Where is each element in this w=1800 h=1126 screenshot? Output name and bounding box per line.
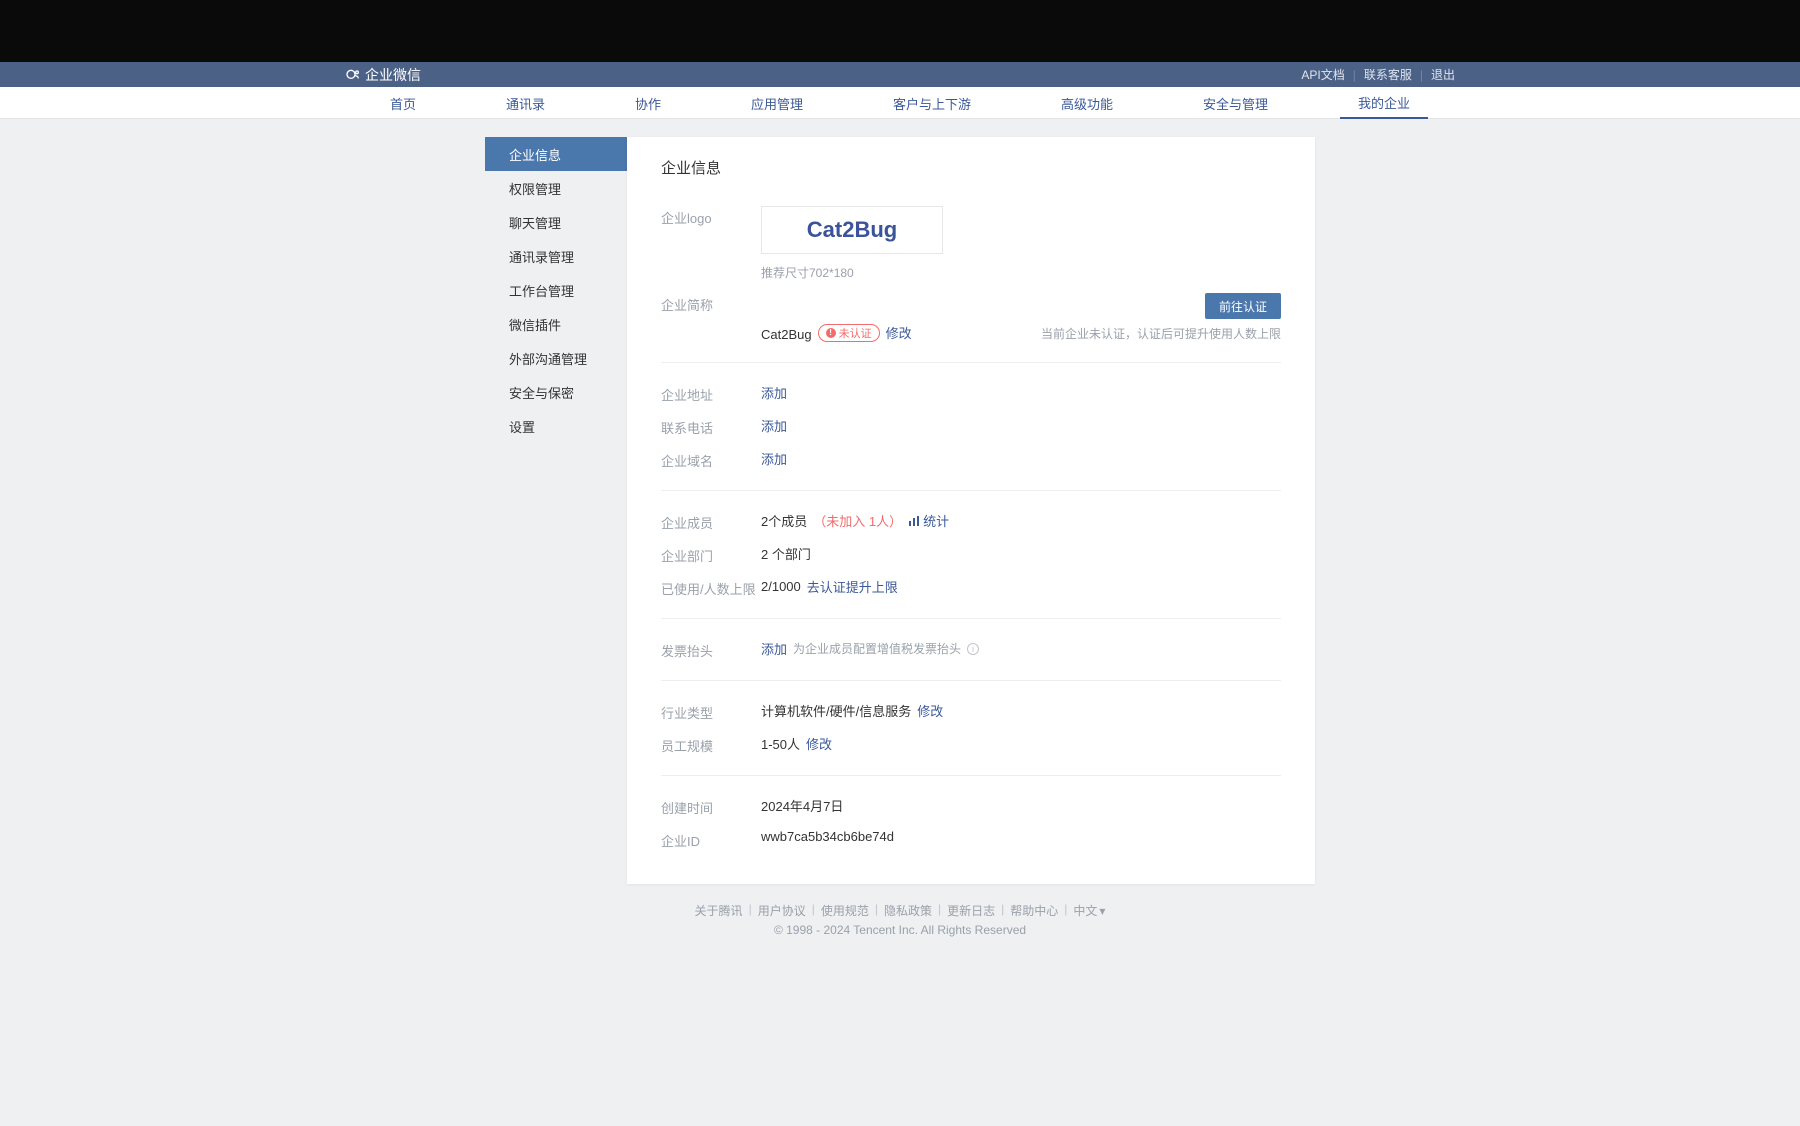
upgrade-limit-link[interactable]: 去认证提升上限 <box>807 577 898 596</box>
invoice-label: 发票抬头 <box>661 639 761 660</box>
main-nav: 首页 通讯录 协作 应用管理 客户与上下游 高级功能 安全与管理 我的企业 <box>0 87 1800 119</box>
main-nav-item[interactable]: 我的企业 <box>1340 87 1428 119</box>
add-address-link[interactable]: 添加 <box>761 383 787 402</box>
separator: | <box>1353 68 1356 82</box>
go-verify-button[interactable]: 前往认证 <box>1205 293 1281 319</box>
brand-text: 企业微信 <box>365 65 421 85</box>
phone-label: 联系电话 <box>661 416 761 437</box>
separator: | <box>875 902 878 919</box>
company-id-label: 企业ID <box>661 829 761 850</box>
main-nav-item[interactable]: 通讯录 <box>488 87 563 119</box>
industry-value: 计算机软件/硬件/信息服务 <box>761 701 911 720</box>
api-docs-link[interactable]: API文档 <box>1301 66 1344 83</box>
top-black-bar <box>0 0 1800 62</box>
separator: | <box>749 902 752 919</box>
company-logo-text: Cat2Bug <box>807 217 897 243</box>
created-label: 创建时间 <box>661 796 761 817</box>
sidebar-item[interactable]: 外部沟通管理 <box>485 341 627 375</box>
usage-value: 2/1000 <box>761 579 801 594</box>
logout-link[interactable]: 退出 <box>1431 66 1455 83</box>
footer-link[interactable]: 帮助中心 <box>1010 902 1058 919</box>
company-logo-box[interactable]: Cat2Bug <box>761 206 943 254</box>
sidebar-item[interactable]: 权限管理 <box>485 171 627 205</box>
alert-icon: ! <box>826 328 836 338</box>
top-nav: 企业微信 API文档 | 联系客服 | 退出 <box>0 62 1800 87</box>
chevron-down-icon: ▾ <box>1099 904 1105 918</box>
language-selector[interactable]: 中文 ▾ <box>1073 902 1105 919</box>
main-nav-item[interactable]: 客户与上下游 <box>875 87 989 119</box>
page-footer: 关于腾讯 | 用户协议 | 使用规范 | 隐私政策 | 更新日志 | 帮助中心 | 中文 ▾ © 199… <box>0 902 1800 937</box>
separator: | <box>938 902 941 919</box>
stats-link[interactable]: 统计 <box>908 511 949 530</box>
sidebar-item[interactable]: 微信插件 <box>485 307 627 341</box>
departments-value: 2 个部门 <box>761 544 811 563</box>
main-nav-item[interactable]: 首页 <box>372 87 434 119</box>
add-invoice-link[interactable]: 添加 <box>761 639 787 658</box>
separator: | <box>812 902 815 919</box>
invoice-hint: 为企业成员配置增值税发票抬头 <box>793 640 961 657</box>
members-label: 企业成员 <box>661 511 761 532</box>
address-label: 企业地址 <box>661 383 761 404</box>
modify-short-name-link[interactable]: 修改 <box>886 323 912 342</box>
main-nav-item[interactable]: 高级功能 <box>1043 87 1131 119</box>
sidebar-item[interactable]: 安全与保密 <box>485 375 627 409</box>
content-panel: 企业信息 企业logo Cat2Bug 推荐尺寸702*180 企业简称 Cat… <box>627 137 1315 884</box>
main-nav-item[interactable]: 协作 <box>617 87 679 119</box>
sidebar-item[interactable]: 聊天管理 <box>485 205 627 239</box>
short-name-value: Cat2Bug <box>761 327 812 342</box>
modify-industry-link[interactable]: 修改 <box>917 701 943 720</box>
logo-size-hint: 推荐尺寸702*180 <box>761 264 854 281</box>
sidebar-item[interactable]: 设置 <box>485 409 627 443</box>
add-phone-link[interactable]: 添加 <box>761 416 787 435</box>
modify-scale-link[interactable]: 修改 <box>806 734 832 753</box>
members-pending: （未加入 1人） <box>813 511 902 530</box>
created-value: 2024年4月7日 <box>761 796 843 815</box>
scale-label: 员工规模 <box>661 734 761 755</box>
copyright-text: © 1998 - 2024 Tencent Inc. All Rights Re… <box>0 923 1800 937</box>
footer-link[interactable]: 使用规范 <box>821 902 869 919</box>
footer-link[interactable]: 用户协议 <box>758 902 806 919</box>
company-id-value: wwb7ca5b34cb6be74d <box>761 829 894 844</box>
verify-note: 当前企业未认证，认证后可提升使用人数上限 <box>1041 325 1281 342</box>
scale-value: 1-50人 <box>761 734 800 753</box>
sidebar-item[interactable]: 企业信息 <box>485 137 627 171</box>
contact-link[interactable]: 联系客服 <box>1364 66 1412 83</box>
industry-label: 行业类型 <box>661 701 761 722</box>
separator: | <box>1420 68 1423 82</box>
sidebar-item[interactable]: 工作台管理 <box>485 273 627 307</box>
main-nav-item[interactable]: 应用管理 <box>733 87 821 119</box>
bar-chart-icon <box>908 515 920 527</box>
footer-link[interactable]: 隐私政策 <box>884 902 932 919</box>
sidebar-item[interactable]: 通讯录管理 <box>485 239 627 273</box>
top-links: API文档 | 联系客服 | 退出 <box>1301 66 1455 83</box>
add-domain-link[interactable]: 添加 <box>761 449 787 468</box>
separator: | <box>1064 902 1067 919</box>
info-icon[interactable]: i <box>967 643 979 655</box>
footer-link[interactable]: 更新日志 <box>947 902 995 919</box>
short-name-label: 企业简称 <box>661 293 761 314</box>
page-title: 企业信息 <box>661 157 1281 178</box>
domain-label: 企业域名 <box>661 449 761 470</box>
departments-label: 企业部门 <box>661 544 761 565</box>
sidebar: 企业信息权限管理聊天管理通讯录管理工作台管理微信插件外部沟通管理安全与保密设置 <box>485 137 627 884</box>
footer-link[interactable]: 关于腾讯 <box>695 902 743 919</box>
logo-label: 企业logo <box>661 206 761 227</box>
unverified-badge: ! 未认证 <box>818 324 880 342</box>
wechat-work-icon <box>345 67 361 83</box>
main-nav-item[interactable]: 安全与管理 <box>1185 87 1286 119</box>
brand[interactable]: 企业微信 <box>345 65 421 85</box>
members-count: 2个成员 <box>761 511 807 530</box>
separator: | <box>1001 902 1004 919</box>
usage-label: 已使用/人数上限 <box>661 577 761 598</box>
